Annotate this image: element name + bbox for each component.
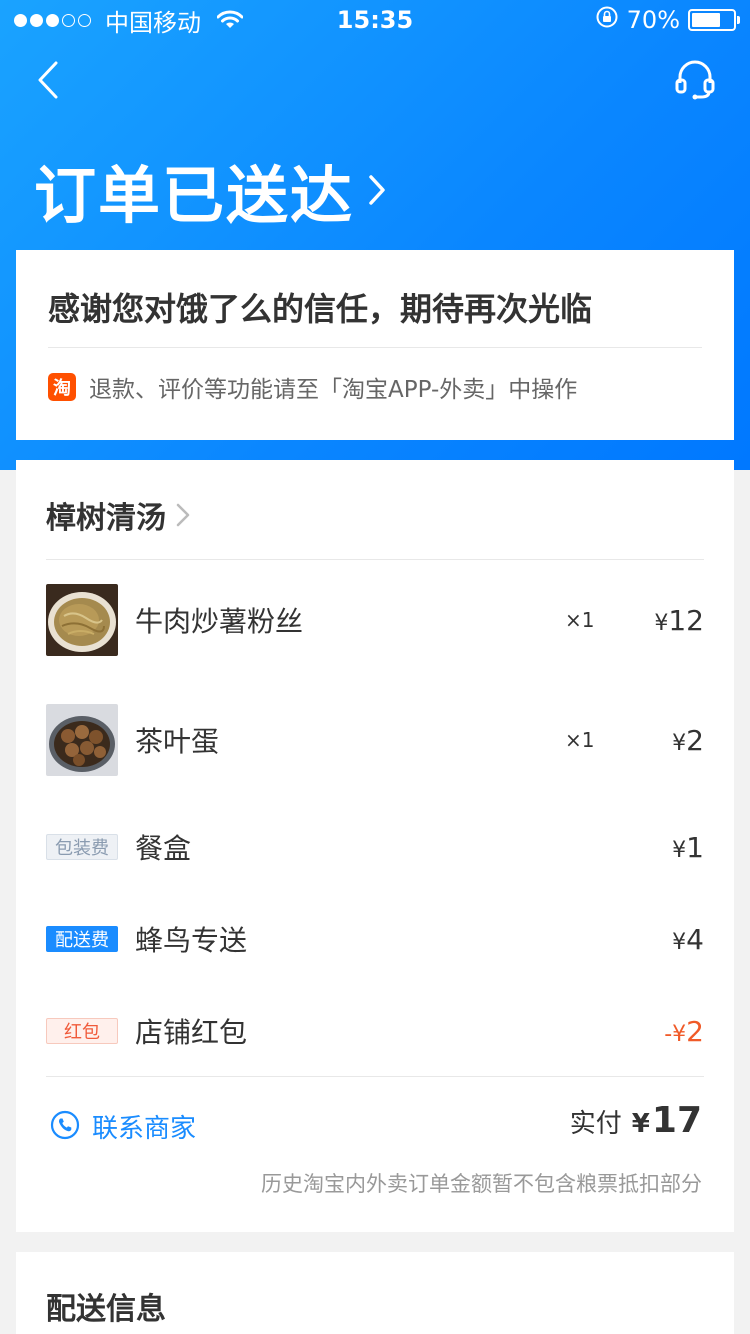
price-symbol: ¥ <box>654 610 669 636</box>
price-symbol: ¥ <box>672 730 687 756</box>
item-quantity: ×1 <box>565 728 595 752</box>
item-price: ¥12 <box>644 604 704 637</box>
contact-merchant-button[interactable]: 联系商家 <box>50 1108 196 1145</box>
signal-dot <box>62 13 75 27</box>
total-symbol: ¥ <box>631 1109 650 1139</box>
customer-service-button[interactable] <box>670 56 720 106</box>
battery-fill <box>692 13 720 27</box>
status-bar: 中国移动 15:35 70% <box>0 0 750 40</box>
status-right: 70% <box>595 5 740 35</box>
notice-text: 退款、评价等功能请至「淘宝APP-外卖」中操作 <box>89 377 578 403</box>
fee-price: ¥4 <box>672 923 704 956</box>
taobao-icon: 淘 <box>48 373 76 401</box>
phone-icon <box>50 1110 80 1144</box>
order-status-title: 订单已送达 <box>34 159 355 232</box>
signal-strength-icon <box>14 13 91 27</box>
order-card: 樟树清汤 牛肉炒薯粉丝 ×1 ¥12 茶叶蛋 ×1 ¥2 包装费 餐盒 ¥1 配… <box>16 460 734 1232</box>
price-value: 4 <box>686 922 704 956</box>
status-left: 中国移动 <box>14 3 595 38</box>
total-paid: 实付 ¥ 17 <box>570 1100 702 1141</box>
fee-row-packaging: 包装费 餐盒 ¥1 <box>46 827 704 867</box>
headset-icon <box>673 57 717 105</box>
taobao-notice: 淘 退款、评价等功能请至「淘宝APP-外卖」中操作 <box>48 370 577 404</box>
fee-tag-packaging: 包装费 <box>46 834 118 860</box>
divider <box>46 559 704 560</box>
fee-name: 餐盒 <box>135 832 192 865</box>
nav-bar <box>0 50 750 114</box>
food-image-tea-eggs <box>46 704 118 776</box>
divider <box>48 347 702 348</box>
fee-name: 店铺红包 <box>135 1016 248 1049</box>
price-symbol: ¥ <box>672 929 687 955</box>
item-quantity: ×1 <box>565 608 595 632</box>
back-button[interactable] <box>28 58 68 106</box>
contact-merchant-label: 联系商家 <box>92 1114 197 1144</box>
fee-price: ¥1 <box>672 831 704 864</box>
fee-row-red-packet: 红包 店铺红包 -¥2 <box>46 1011 704 1051</box>
food-image-noodles <box>46 584 118 656</box>
thanks-card: 感谢您对饿了么的信任，期待再次光临 淘 退款、评价等功能请至「淘宝APP-外卖」… <box>16 250 734 440</box>
chevron-right-icon <box>176 503 190 527</box>
fee-name: 蜂鸟专送 <box>135 924 248 957</box>
total-value: 17 <box>651 1100 702 1141</box>
price-value: 2 <box>686 1014 704 1048</box>
delivery-info-card: 配送信息 <box>16 1252 734 1334</box>
thanks-message: 感谢您对饿了么的信任，期待再次光临 <box>48 290 593 328</box>
battery-percent: 70% <box>626 6 680 34</box>
fee-price-discount: -¥2 <box>664 1015 704 1048</box>
carrier-name: 中国移动 <box>105 8 201 37</box>
chevron-left-icon <box>36 60 60 104</box>
wifi-icon <box>217 10 243 30</box>
battery-icon <box>688 9 740 31</box>
price-symbol: ¥ <box>672 837 687 863</box>
delivery-info-title: 配送信息 <box>46 1292 166 1327</box>
fee-row-delivery: 配送费 蜂鸟专送 ¥4 <box>46 919 704 959</box>
signal-dot <box>30 13 43 27</box>
price-value: 1 <box>686 830 704 864</box>
order-status-link[interactable]: 订单已送达 <box>34 145 386 235</box>
footnote: 历史淘宝内外卖订单金额暂不包含粮票抵扣部分 <box>261 1172 702 1196</box>
total-label: 实付 <box>569 1109 622 1139</box>
item-price: ¥2 <box>644 724 704 757</box>
rotation-lock-icon <box>595 5 619 35</box>
fee-tag-delivery: 配送费 <box>46 926 118 952</box>
signal-dot <box>14 13 27 27</box>
price-value: 12 <box>668 603 704 637</box>
price-symbol: -¥ <box>664 1021 687 1047</box>
divider <box>46 1076 704 1077</box>
order-item: 茶叶蛋 ×1 ¥2 <box>46 704 704 776</box>
fee-tag-red-packet: 红包 <box>46 1018 118 1044</box>
signal-dot <box>46 13 59 27</box>
price-value: 2 <box>686 723 704 757</box>
shop-name: 樟树清汤 <box>46 501 166 536</box>
order-item: 牛肉炒薯粉丝 ×1 ¥12 <box>46 584 704 656</box>
shop-link[interactable]: 樟树清汤 <box>46 490 190 540</box>
signal-dot <box>78 13 91 27</box>
chevron-right-icon <box>368 174 386 206</box>
